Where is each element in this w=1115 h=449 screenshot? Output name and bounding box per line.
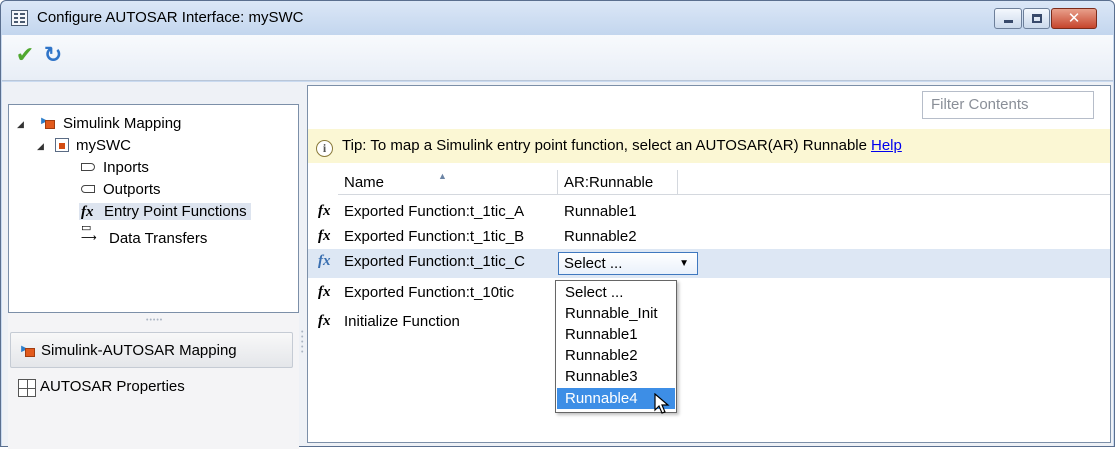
column-header-filler xyxy=(678,170,1110,195)
functions-pane: Filter Contents i Tip: To map a Simulink … xyxy=(307,85,1111,443)
nav-autosar-properties[interactable]: AUTOSAR Properties xyxy=(10,369,293,405)
tree-item-label: mySWC xyxy=(76,137,131,154)
column-label: Name xyxy=(344,174,385,191)
function-name: Exported Function:t_10tic xyxy=(344,284,515,301)
function-name: Exported Function:t_1tic_A xyxy=(344,203,525,220)
help-link[interactable]: Help xyxy=(871,137,902,154)
inport-icon xyxy=(81,163,95,171)
left-pane: ◢ ► Simulink Mapping ◢ mySWC Inports Outp… xyxy=(8,104,299,449)
data-transfer-icon: ▭ ⟶ xyxy=(81,222,97,244)
tree-item-entry-point-functions[interactable]: fx Entry Point Functions xyxy=(79,201,251,223)
runnable-select[interactable]: Select ... ▼ xyxy=(558,252,698,275)
table-row[interactable]: fx Exported Function:t_10tic xyxy=(308,280,1110,305)
grid-icon xyxy=(18,379,36,397)
fx-edit-icon: fx xyxy=(318,253,331,269)
mouse-cursor-icon xyxy=(654,393,670,414)
column-header-name[interactable]: ▲ Name xyxy=(338,170,558,195)
tree-item-inports[interactable]: Inports xyxy=(81,157,149,179)
nav-label: Simulink-AUTOSAR Mapping xyxy=(41,342,237,359)
simulink-mapping-icon: ► xyxy=(39,115,57,130)
tree-item-label: Entry Point Functions xyxy=(104,203,247,220)
refresh-icon: ↻ xyxy=(43,42,63,67)
table-row[interactable]: fx Exported Function:t_1tic_B Runnable2 xyxy=(308,224,1110,249)
function-name: Exported Function:t_1tic_B xyxy=(344,228,525,245)
nav-simulink-autosar-mapping[interactable]: ► Simulink-AUTOSAR Mapping xyxy=(10,332,293,368)
collapse-icon[interactable]: ◢ xyxy=(37,135,47,157)
simulink-mapping-icon: ► xyxy=(19,343,37,358)
tree-item-data-transfers[interactable]: ▭ ⟶ Data Transfers xyxy=(81,222,208,248)
configure-autosar-window: Configure AUTOSAR Interface: mySWC ✕ ✔ ↻… xyxy=(0,0,1115,449)
tip-bar: i Tip: To map a Simulink entry point func… xyxy=(308,129,1110,163)
dropdown-option[interactable]: Runnable_Init xyxy=(557,303,675,324)
function-name: Initialize Function xyxy=(344,313,460,330)
tree-item-label: Inports xyxy=(103,159,149,176)
select-value: Select ... xyxy=(564,255,623,272)
table-row[interactable]: fx Exported Function:t_1tic_A Runnable1 xyxy=(308,199,1110,224)
function-name: Exported Function:t_1tic_C xyxy=(344,253,525,270)
minimize-button[interactable] xyxy=(994,8,1022,29)
dropdown-option[interactable]: Runnable3 xyxy=(557,366,675,387)
window-title: Configure AUTOSAR Interface: mySWC xyxy=(37,9,304,26)
checkmark-icon: ✔ xyxy=(15,42,35,67)
horizontal-splitter[interactable]: ••••• xyxy=(146,317,163,324)
dropdown-option[interactable]: Select ... xyxy=(557,282,675,303)
fx-icon: fx xyxy=(318,203,331,219)
table-row[interactable]: fx Exported Function:t_1tic_C Select ...… xyxy=(308,249,1110,278)
tree-item-outports[interactable]: Outports xyxy=(81,179,161,201)
fx-icon: fx xyxy=(318,228,331,244)
runnable-value[interactable]: Runnable1 xyxy=(564,199,637,224)
vertical-splitter[interactable]: • • • • • xyxy=(301,329,303,356)
tree-item-label: Data Transfers xyxy=(109,230,208,247)
refresh-button[interactable]: ↻ xyxy=(40,42,66,68)
app-icon xyxy=(11,10,28,26)
dropdown-option[interactable]: Runnable1 xyxy=(557,324,675,345)
chevron-down-icon: ▼ xyxy=(679,258,689,269)
dropdown-option[interactable]: Runnable2 xyxy=(557,345,675,366)
mapping-tree[interactable]: ◢ ► Simulink Mapping ◢ mySWC Inports Outp… xyxy=(8,104,299,313)
tree-item-label: Outports xyxy=(103,181,161,198)
title-bar: Configure AUTOSAR Interface: mySWC ✕ xyxy=(1,1,1114,35)
maximize-button[interactable] xyxy=(1023,8,1050,29)
outport-icon xyxy=(81,185,95,193)
close-button[interactable]: ✕ xyxy=(1051,8,1097,29)
apply-button[interactable]: ✔ xyxy=(12,42,38,68)
filter-input[interactable]: Filter Contents xyxy=(922,91,1094,119)
column-label: AR:Runnable xyxy=(564,174,654,191)
table-row[interactable]: fx Initialize Function xyxy=(308,309,1110,334)
sort-ascending-icon: ▲ xyxy=(438,171,447,181)
minimize-icon xyxy=(1004,20,1013,23)
fx-icon: fx xyxy=(81,204,94,220)
toolbar: ✔ ↻ xyxy=(2,35,1113,81)
nav-label: AUTOSAR Properties xyxy=(40,378,185,395)
runnable-value[interactable]: Runnable2 xyxy=(564,224,637,249)
close-icon: ✕ xyxy=(1067,10,1081,27)
collapse-icon[interactable]: ◢ xyxy=(17,113,27,135)
fx-icon: fx xyxy=(318,313,331,329)
tree-item-label: Simulink Mapping xyxy=(63,115,182,132)
model-icon xyxy=(55,138,69,152)
column-header-runnable[interactable]: AR:Runnable xyxy=(558,170,678,195)
maximize-icon xyxy=(1032,14,1042,23)
fx-icon: fx xyxy=(318,284,331,300)
info-icon: i xyxy=(316,140,333,157)
tip-text: Tip: To map a Simulink entry point funct… xyxy=(342,137,867,154)
